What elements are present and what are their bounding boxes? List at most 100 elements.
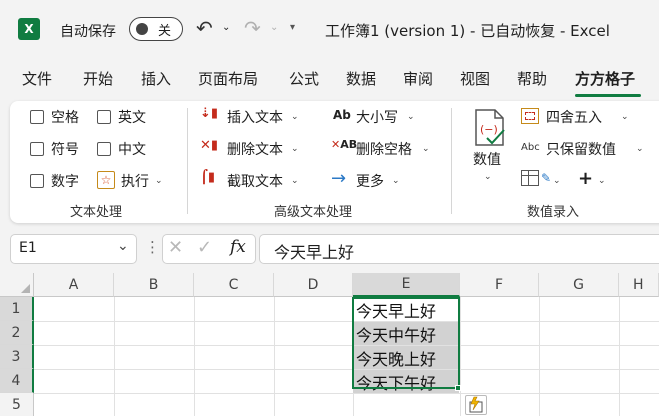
checkbox-chinese[interactable] xyxy=(97,142,111,156)
tab-data[interactable]: 数据 xyxy=(346,68,376,89)
more-dropdown-icon[interactable]: ⌄ xyxy=(392,176,400,186)
gridline xyxy=(274,297,275,416)
row-header-4[interactable]: 4 xyxy=(0,369,34,393)
plus-icon[interactable]: + xyxy=(578,168,593,189)
autosave-state-text: 关 xyxy=(158,24,172,39)
checkbox-number-label: 数字 xyxy=(51,174,79,190)
column-header-e[interactable]: E xyxy=(353,273,460,297)
keep-numeric-button[interactable]: 只保留数值 xyxy=(546,139,616,159)
keep-numeric-dropdown-icon[interactable]: ⌄ xyxy=(636,144,644,154)
edit-table-dropdown-icon[interactable]: ⌄ xyxy=(553,176,561,186)
formula-content: 今天早上好 xyxy=(274,243,355,262)
delete-text-dropdown-icon[interactable]: ⌄ xyxy=(291,144,299,154)
gridline xyxy=(194,297,195,416)
case-icon: Ab xyxy=(333,108,351,122)
excel-logo-icon: X xyxy=(18,18,45,40)
worksheet-grid[interactable]: A B C D E F G H 1 2 3 4 5 今天早上好 今天中午好 今天… xyxy=(0,273,659,416)
insert-text-dropdown-icon[interactable]: ⌄ xyxy=(291,112,299,122)
redo-dropdown-icon[interactable]: ⌄ xyxy=(270,22,278,33)
row-header-3[interactable]: 3 xyxy=(0,345,34,369)
cancel-icon[interactable]: ✕ xyxy=(168,237,183,258)
row-header-1[interactable]: 1 xyxy=(0,297,34,321)
extract-text-button[interactable]: 截取文本 xyxy=(227,171,283,191)
delete-text-icon: ✕▮ xyxy=(200,138,219,153)
delete-space-dropdown-icon[interactable]: ⌄ xyxy=(422,144,430,154)
undo-icon[interactable]: ↶ xyxy=(196,16,213,40)
name-box[interactable]: E1 ⌄ xyxy=(10,234,137,264)
column-header-d[interactable]: D xyxy=(274,273,353,297)
svg-text:(−): (−) xyxy=(480,123,498,136)
delete-space-icon: ✕AB xyxy=(331,138,358,151)
row-header-2[interactable]: 2 xyxy=(0,321,34,345)
gridline xyxy=(539,297,540,416)
execute-dropdown-icon[interactable]: ⌄ xyxy=(155,176,163,186)
tab-fangfang[interactable]: 方方格子 xyxy=(575,68,635,89)
tab-help[interactable]: 帮助 xyxy=(517,68,547,89)
checkbox-english-label: 英文 xyxy=(118,110,146,126)
column-header-h[interactable]: H xyxy=(619,273,659,297)
gridline xyxy=(34,321,659,322)
gridline xyxy=(34,345,659,346)
plus-dropdown-icon[interactable]: ⌄ xyxy=(598,176,606,186)
group-label-numeric: 数值录入 xyxy=(527,205,580,220)
formula-bar-more-icon[interactable]: ⋮ xyxy=(145,238,160,256)
column-header-b[interactable]: B xyxy=(114,273,194,297)
case-button[interactable]: 大小写 xyxy=(356,107,398,127)
group-label-adv-text: 高级文本处理 xyxy=(274,205,353,220)
formula-input[interactable]: 今天早上好 xyxy=(259,234,659,264)
case-dropdown-icon[interactable]: ⌄ xyxy=(407,112,415,122)
round-button[interactable]: 四舍五入 xyxy=(546,107,602,127)
delete-space-button[interactable]: 删除空格 xyxy=(356,139,412,159)
gridline xyxy=(34,393,659,394)
tab-file[interactable]: 文件 xyxy=(22,68,52,89)
tab-page-layout[interactable]: 页面布局 xyxy=(198,68,258,89)
chevron-down-icon[interactable]: ⌄ xyxy=(117,238,129,254)
extract-text-dropdown-icon[interactable]: ⌄ xyxy=(291,176,299,186)
redo-icon[interactable]: ↷ xyxy=(244,16,261,40)
undo-dropdown-icon[interactable]: ⌄ xyxy=(222,22,230,33)
execute-icon[interactable]: ☆ xyxy=(97,171,115,189)
round-dropdown-icon[interactable]: ⌄ xyxy=(621,112,629,122)
checkbox-space[interactable] xyxy=(30,110,44,124)
checkbox-english[interactable] xyxy=(97,110,111,124)
checkbox-space-label: 空格 xyxy=(51,110,79,126)
tab-formulas[interactable]: 公式 xyxy=(289,68,319,89)
more-button[interactable]: 更多 xyxy=(356,171,384,191)
checkbox-number[interactable] xyxy=(30,174,44,188)
select-all-corner[interactable] xyxy=(0,273,34,297)
autosave-toggle[interactable]: 关 xyxy=(129,17,183,41)
column-header-a[interactable]: A xyxy=(34,273,114,297)
column-header-g[interactable]: G xyxy=(539,273,619,297)
fill-handle[interactable] xyxy=(455,385,461,391)
insert-text-button[interactable]: 插入文本 xyxy=(227,107,283,127)
checkbox-symbol-label: 符号 xyxy=(51,142,79,158)
tab-view[interactable]: 视图 xyxy=(460,68,490,89)
tab-review[interactable]: 审阅 xyxy=(403,68,433,89)
numeric-button[interactable]: 数值 xyxy=(473,149,501,169)
gridline xyxy=(114,297,115,416)
row-header-5[interactable]: 5 xyxy=(0,393,34,416)
round-icon xyxy=(521,108,539,124)
column-header-f[interactable]: F xyxy=(460,273,539,297)
keep-numeric-icon: Abc xyxy=(521,142,540,153)
numeric-dropdown-icon[interactable]: ⌄ xyxy=(484,172,492,182)
quick-access-more-icon[interactable]: ▾ xyxy=(290,22,295,33)
group-label-text: 文本处理 xyxy=(70,205,123,220)
enter-icon[interactable]: ✓ xyxy=(197,237,212,258)
column-header-c[interactable]: C xyxy=(194,273,274,297)
delete-text-button[interactable]: 删除文本 xyxy=(227,139,283,159)
tab-insert[interactable]: 插入 xyxy=(141,68,171,89)
group-separator xyxy=(451,108,452,214)
quick-analysis-icon[interactable] xyxy=(465,395,487,415)
more-arrow-icon: → xyxy=(331,168,347,189)
group-separator xyxy=(187,108,188,214)
edit-table-icon[interactable] xyxy=(521,170,539,186)
checkbox-symbol[interactable] xyxy=(30,142,44,156)
insert-function-icon[interactable]: fx xyxy=(230,237,246,257)
extract-text-icon: ⌠▮ xyxy=(200,170,216,185)
tab-home[interactable]: 开始 xyxy=(83,68,113,89)
gridline xyxy=(460,297,461,416)
numeric-icon[interactable]: (−) xyxy=(473,108,507,148)
document-title: 工作簿1 (version 1) - 已自动恢复 - Excel xyxy=(325,22,610,40)
execute-button[interactable]: 执行 xyxy=(121,171,149,191)
